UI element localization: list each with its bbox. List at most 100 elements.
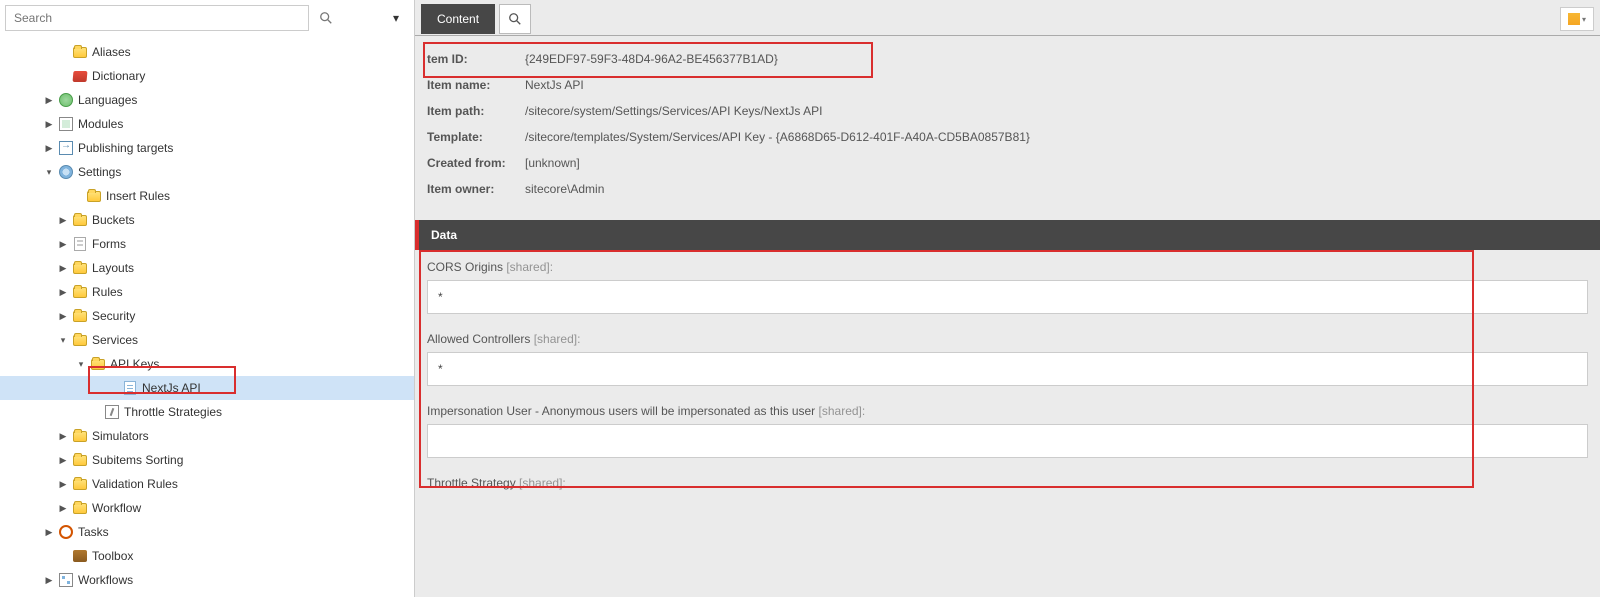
- tree-label: Simulators: [92, 429, 149, 443]
- qi-value[interactable]: /sitecore/templates/System/Services/API …: [525, 130, 1030, 144]
- tree-label: Throttle Strategies: [124, 405, 222, 419]
- tasks-icon: [58, 524, 74, 540]
- tree-node-toolbox[interactable]: ▶ Toolbox: [0, 544, 414, 568]
- folder-icon: [72, 500, 88, 516]
- expand-icon[interactable]: ▶: [58, 503, 68, 514]
- shared-suffix: [shared]:: [530, 332, 580, 346]
- expand-icon[interactable]: ▶: [44, 143, 54, 154]
- expand-icon[interactable]: ▶: [58, 287, 68, 298]
- qi-value: sitecore\Admin: [525, 182, 604, 196]
- qi-value: [unknown]: [525, 156, 580, 170]
- cors-origins-input[interactable]: [427, 280, 1588, 314]
- workflows-icon: [58, 572, 74, 588]
- qi-label: Item path:: [427, 104, 525, 118]
- expand-icon[interactable]: ▶: [58, 455, 68, 466]
- expand-icon[interactable]: ▶: [58, 215, 68, 226]
- tree-node-forms[interactable]: ▶ Forms: [0, 232, 414, 256]
- tree-node-tasks[interactable]: ▶ Tasks: [0, 520, 414, 544]
- expand-icon[interactable]: ▶: [58, 431, 68, 442]
- dictionary-icon: [72, 68, 88, 84]
- publishing-icon: [58, 140, 74, 156]
- tree-node-modules[interactable]: ▶ Modules: [0, 112, 414, 136]
- expand-icon[interactable]: ▶: [58, 479, 68, 490]
- tree-node-security[interactable]: ▶ Security: [0, 304, 414, 328]
- tree-node-api-keys[interactable]: ▾ API Keys: [0, 352, 414, 376]
- tree-node-rules[interactable]: ▶ Rules: [0, 280, 414, 304]
- tree-label: Layouts: [92, 261, 134, 275]
- expand-icon[interactable]: ▶: [44, 527, 54, 538]
- tab-search-button[interactable]: [499, 4, 531, 34]
- qi-item-id: tem ID: {249EDF97-59F3-48D4-96A2-BE45637…: [427, 46, 1588, 72]
- tree-node-aliases[interactable]: ▶ Aliases: [0, 40, 414, 64]
- qi-value: NextJs API: [525, 78, 584, 92]
- field-label: Throttle Strategy [shared]:: [427, 476, 1588, 490]
- collapse-icon[interactable]: ▾: [44, 167, 54, 178]
- section-header-data[interactable]: Data: [415, 220, 1600, 250]
- tree-node-validation-rules[interactable]: ▶ Validation Rules: [0, 472, 414, 496]
- folder-icon: [72, 308, 88, 324]
- expand-icon[interactable]: ▶: [58, 311, 68, 322]
- expand-placeholder: ▶: [58, 71, 68, 82]
- search-icon: [319, 11, 333, 25]
- content-tree-panel: ▾ ▶ Aliases ▶ Dictionary ▶ Languages ▶ M: [0, 0, 415, 597]
- folder-icon: [72, 212, 88, 228]
- tree-label: Workflows: [78, 573, 133, 587]
- field-throttle-strategy: Throttle Strategy [shared]:: [427, 476, 1588, 490]
- tree-node-layouts[interactable]: ▶ Layouts: [0, 256, 414, 280]
- search-options-dropdown[interactable]: ▾: [383, 5, 409, 31]
- expand-icon[interactable]: ▶: [44, 95, 54, 106]
- tree-node-subitems-sorting[interactable]: ▶ Subitems Sorting: [0, 448, 414, 472]
- tree-node-buckets[interactable]: ▶ Buckets: [0, 208, 414, 232]
- expand-icon[interactable]: ▶: [58, 263, 68, 274]
- modules-icon: [58, 116, 74, 132]
- tree-node-workflows[interactable]: ▶ Workflows: [0, 568, 414, 592]
- tree-label: Modules: [78, 117, 123, 131]
- tree-label: Dictionary: [92, 69, 145, 83]
- expand-icon[interactable]: ▶: [44, 575, 54, 586]
- collapse-icon[interactable]: ▾: [58, 335, 68, 346]
- folder-icon: [72, 476, 88, 492]
- qi-value[interactable]: {249EDF97-59F3-48D4-96A2-BE456377B1AD}: [525, 52, 778, 66]
- impersonation-user-input[interactable]: [427, 424, 1588, 458]
- tree-label: Buckets: [92, 213, 135, 227]
- search-input[interactable]: [5, 5, 309, 31]
- tree-node-workflow[interactable]: ▶ Workflow: [0, 496, 414, 520]
- qi-label: tem ID:: [427, 52, 525, 66]
- tree-label: Languages: [78, 93, 137, 107]
- settings-icon: [58, 164, 74, 180]
- search-button[interactable]: [313, 5, 339, 31]
- qi-value[interactable]: /sitecore/system/Settings/Services/API K…: [525, 104, 822, 118]
- collapse-icon[interactable]: ▾: [76, 359, 86, 370]
- forms-icon: [72, 236, 88, 252]
- folder-icon: [72, 260, 88, 276]
- tree-node-throttle-strategies[interactable]: ▶ Throttle Strategies: [0, 400, 414, 424]
- language-version-button[interactable]: ▾: [1560, 7, 1594, 31]
- tree-label: Subitems Sorting: [92, 453, 183, 467]
- field-cors-origins: CORS Origins [shared]:: [427, 260, 1588, 314]
- tree-label: Aliases: [92, 45, 131, 59]
- tree-node-settings[interactable]: ▾ Settings: [0, 160, 414, 184]
- expand-placeholder: ▶: [72, 191, 82, 202]
- tree-node-insert-rules[interactable]: ▶ Insert Rules: [0, 184, 414, 208]
- label-text: CORS Origins: [427, 260, 503, 274]
- tab-content[interactable]: Content: [421, 4, 495, 34]
- tree-label: Services: [92, 333, 138, 347]
- tree-label: Settings: [78, 165, 121, 179]
- qi-label: Item name:: [427, 78, 525, 92]
- tree-node-dictionary[interactable]: ▶ Dictionary: [0, 64, 414, 88]
- tree-node-simulators[interactable]: ▶ Simulators: [0, 424, 414, 448]
- tree-node-services[interactable]: ▾ Services: [0, 328, 414, 352]
- field-allowed-controllers: Allowed Controllers [shared]:: [427, 332, 1588, 386]
- tree-node-languages[interactable]: ▶ Languages: [0, 88, 414, 112]
- qi-label: Item owner:: [427, 182, 525, 196]
- expand-placeholder: ▶: [58, 551, 68, 562]
- tree-node-nextjs-api[interactable]: ▶ NextJs API: [0, 376, 414, 400]
- expand-icon[interactable]: ▶: [44, 119, 54, 130]
- editor-panel: Content ▾ tem ID: {249EDF97-59F3-48D4-96…: [415, 0, 1600, 597]
- expand-icon[interactable]: ▶: [58, 239, 68, 250]
- allowed-controllers-input[interactable]: [427, 352, 1588, 386]
- qi-item-owner: Item owner: sitecore\Admin: [427, 176, 1588, 202]
- folder-icon: [72, 284, 88, 300]
- item-icon: [122, 380, 138, 396]
- tree-node-publishing[interactable]: ▶ Publishing targets: [0, 136, 414, 160]
